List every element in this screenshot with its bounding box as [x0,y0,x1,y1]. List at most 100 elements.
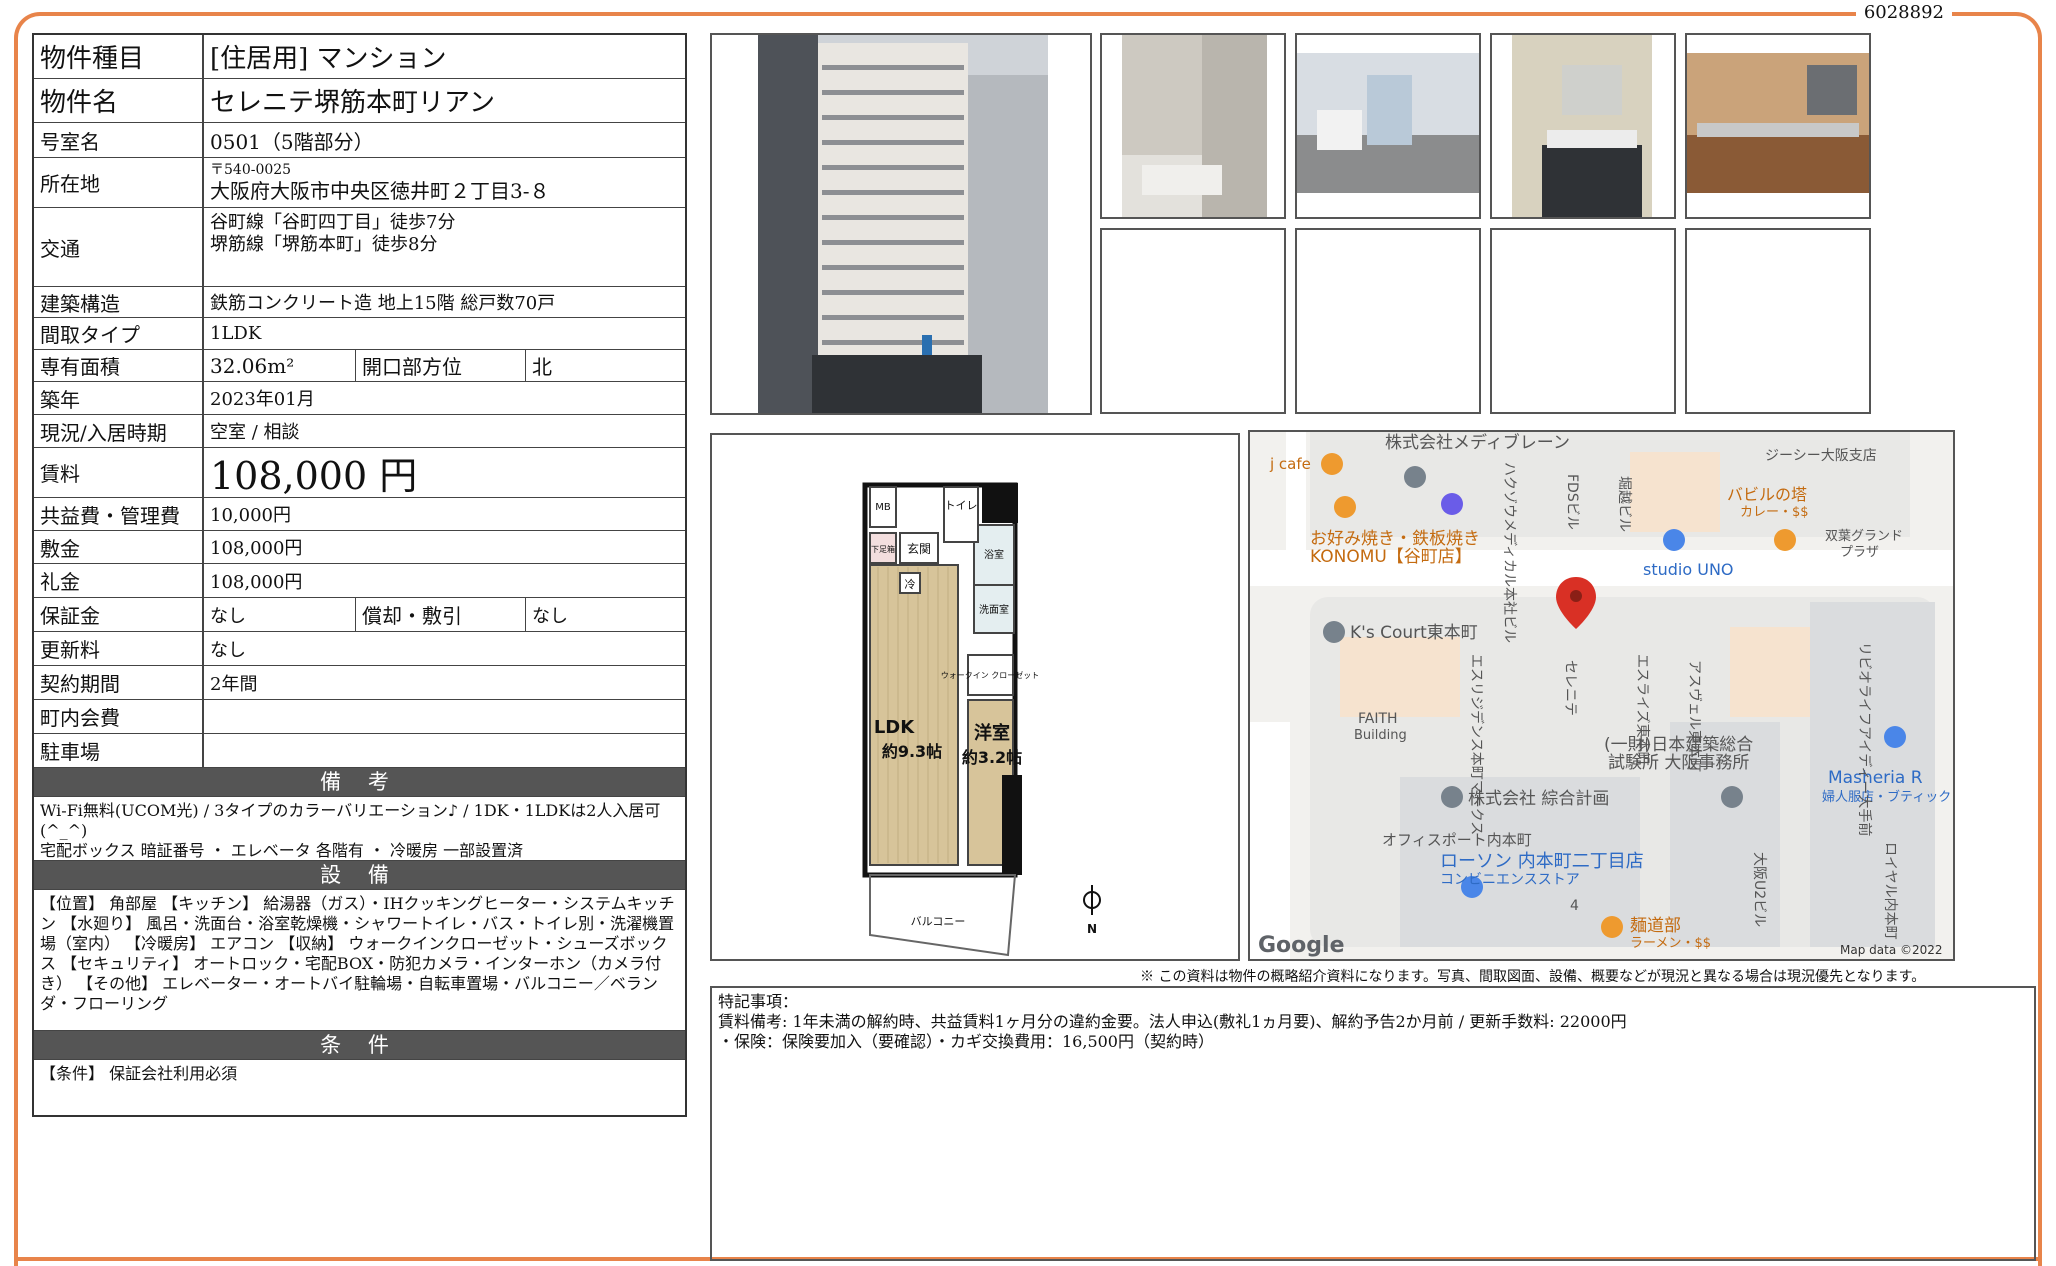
label-key-money: 礼金 [34,564,204,597]
value-address: 〒540-0025 大阪府大阪市中央区徳井町２丁目3-８ [204,158,685,207]
map-label-boutique: 婦人服店・ブティック [1822,789,1951,805]
transit-line-1: 谷町線「谷町四丁目」徒歩7分 [210,212,456,233]
map-label-royal: ロイヤル内本町 [1882,842,1898,940]
map-label-gbrc: (一財)日本建築総合 [1604,735,1753,755]
map-label-ramen: ラーメン・$$ [1630,936,1711,951]
map-label-esrise: エスライズ東本町 [1634,654,1650,766]
map-label-esresidence: エスリジデンス本町マークス [1468,654,1485,835]
row-transit: 交通 谷町線「谷町四丁目」徒歩7分 堺筋線「堺筋本町」徒歩8分 [34,208,685,287]
value-parking [204,734,685,767]
conditions-heading: 条 件 [34,1031,685,1060]
location-map[interactable]: 株式会社メディブレーン j cafe お好み焼き・鉄板焼き KONOMU【谷町店… [1248,430,1955,961]
row-status: 現況/入居時期 空室 / 相談 [34,415,685,448]
label-renewal: 更新料 [34,632,204,665]
map-label-fds: FDSビル [1564,474,1580,530]
label-layout: 間取タイプ [34,318,204,349]
fp-label-shoes: 下足箱 [871,544,895,554]
fp-label-ldk: LDK [874,717,915,738]
fp-label-toilet: トイレ [945,499,978,512]
label-room: 号室名 [34,123,204,157]
row-guarantee: 保証金 なし 償却・敷引 なし [34,598,685,632]
map-label-sogo-keikaku: 株式会社 綜合計画 [1468,789,1609,809]
map-label-convenience: コンビニエンスストア [1440,872,1580,888]
row-key-money: 礼金 108,000円 [34,564,685,598]
value-transit: 谷町線「谷町四丁目」徒歩7分 堺筋線「堺筋本町」徒歩8分 [204,208,685,286]
map-label-officeport: オフィスポート内本町 [1382,831,1532,849]
row-deposit: 敷金 108,000円 [34,531,685,564]
map-label-serenite: セレニテ [1562,660,1578,716]
area-subcells: 32.06m² 開口部方位 北 [204,350,685,381]
map-label-lawson: ローソン 内本町二丁目店 [1440,851,1644,872]
row-address: 所在地 〒540-0025 大阪府大阪市中央区徳井町２丁目3-８ [34,158,685,208]
map-label-mendoubu: 麺道部 [1630,916,1681,936]
value-deposit: 108,000円 [210,538,303,559]
value-contract: 2年間 [210,673,258,695]
map-label-gc-osaka: ジーシー大阪支店 [1765,448,1877,464]
label-parking: 駐車場 [34,734,204,767]
row-built: 築年 2023年01月 [34,382,685,415]
row-area: 専有面積 32.06m² 開口部方位 北 [34,350,685,382]
value-name: セレニテ堺筋本町リアン [210,88,495,118]
photo-slot-empty-4 [1685,228,1871,414]
label-status: 現況/入居時期 [34,415,204,447]
photo-slot-empty-2 [1295,228,1481,414]
document-id: 6028892 [1855,2,1952,23]
equipment-heading: 設 備 [34,861,685,890]
row-name: 物件名 セレニテ堺筋本町リアン [34,79,685,123]
map-google-logo: Google [1258,933,1345,958]
value-room: 0501（5階部分） [210,129,374,154]
row-room: 号室名 0501（5階部分） [34,123,685,158]
value-amortization: なし [532,605,568,627]
label-address: 所在地 [34,158,204,207]
row-type: 物件種目 [住居用] マンション [34,35,685,79]
building-exterior-photo [710,33,1092,415]
map-label-babiru: バビルの塔 [1727,485,1807,504]
row-rent: 賃料 108,000 円 [34,448,685,498]
special-notes-line-2: ・保険：保険要加入（要確認）・カギ交換費用：16,500円（契約時） [718,1032,1214,1051]
conditions-text: 【条件】 保証会社利用必須 [40,1064,238,1083]
equipment-text: 【位置】 角部屋 【キッチン】 給湯器（ガス）・IHクッキングヒーター・システム… [34,890,685,1031]
map-label-faith: FAITH [1358,711,1398,727]
map-label-plaza: プラザ [1840,545,1879,560]
label-built: 築年 [34,382,204,414]
label-town-fee: 町内会費 [34,700,204,733]
row-structure: 建築構造 鉄筋コンクリート造 地上15階 総戸数70戸 [34,287,685,318]
value-key-money: 108,000円 [210,571,303,593]
fp-label-wic: ウォークイン クローゼット [941,670,1040,680]
label-area: 専有面積 [34,350,204,381]
map-label-hakuzo: ハクゾウメディカル本社ビル [1501,462,1518,643]
map-label-horikoshi: 堀越ビル [1616,476,1632,532]
property-details-table: 物件種目 [住居用] マンション 物件名 セレニテ堺筋本町リアン 号室名 050… [32,33,687,1117]
map-label-block-number: 4 [1570,898,1579,914]
label-transit: 交通 [34,208,204,286]
remarks-text: Wi-Fi無料(UCOM光) / 3タイプのカラーバリエーション♪ / 1DK・… [34,797,685,861]
label-deposit: 敷金 [34,531,204,563]
map-label-curry: カレー・$$ [1740,505,1809,520]
fp-label-western: 洋室 [974,722,1010,744]
interior-photo-bathroom [1100,33,1286,219]
row-town-fee: 町内会費 [34,700,685,734]
label-structure: 建築構造 [34,287,204,317]
map-label-jcafe: j cafe [1269,455,1311,473]
photo-slot-empty-3 [1490,228,1676,414]
label-orientation: 開口部方位 [356,350,526,381]
row-fee: 共益費・管理費 10,000円 [34,498,685,531]
special-notes: 特記事項： 賃料備考: 1年未満の解約時、共益賃料1ヶ月分の違約金要。法人申込(… [710,986,2036,1261]
label-guarantee: 保証金 [34,598,204,631]
remarks-line-1: Wi-Fi無料(UCOM光) / 3タイプのカラーバリエーション♪ / 1DK・… [40,801,661,840]
fp-label-mb: MB [875,502,891,513]
disclaimer-note: ※ この資料は物件の概略紹介資料になります。写真、間取図面、設備、概要などが現況… [1140,969,1926,985]
label-fee: 共益費・管理費 [34,498,204,530]
value-layout: 1LDK [210,323,262,344]
value-area: 32.06m² [204,350,356,381]
map-label-medibrain: 株式会社メディブレーン [1385,432,1570,453]
remarks-line-2: 宅配ボックス 暗証番号 ・ エレベータ 各階有 ・ 冷暖房 一部設置済 [40,841,524,860]
floor-plan: LDK 約9.3帖 洋室 約3.2帖 玄関 トイレ 浴室 洗面室 ウォークイン … [710,433,1240,961]
map-label-building: Building [1354,728,1407,743]
value-structure: 鉄筋コンクリート造 地上15階 総戸数70戸 [210,293,556,314]
map-label-livio: リビオライフアイディー大手前 [1856,642,1873,836]
label-rent: 賃料 [34,448,204,497]
fp-label-bath: 浴室 [984,548,1004,561]
fp-label-entrance: 玄関 [907,541,931,556]
remarks-heading: 備 考 [34,768,685,797]
